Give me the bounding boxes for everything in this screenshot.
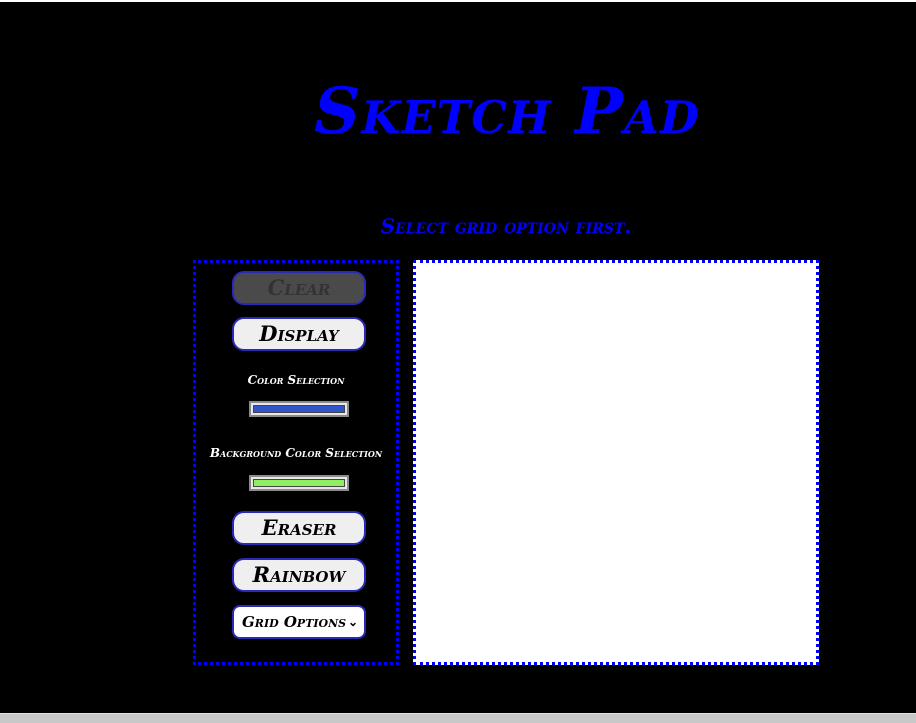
color-selection-label: Color Selection bbox=[247, 373, 345, 387]
display-button[interactable]: Display bbox=[232, 317, 366, 351]
page-title: Sketch Pad bbox=[314, 74, 700, 149]
eraser-button[interactable]: Eraser bbox=[232, 511, 366, 545]
controls-panel: Clear Display Color Selection Background… bbox=[193, 260, 399, 665]
background-color-label: Background Color Selection bbox=[209, 446, 383, 460]
sketch-canvas-frame bbox=[413, 260, 819, 665]
page: Sketch Pad Select grid option first. Cle… bbox=[0, 0, 916, 723]
background-color-picker-swatch bbox=[253, 479, 345, 487]
color-picker[interactable] bbox=[249, 401, 349, 417]
color-picker-swatch bbox=[253, 405, 345, 413]
horizontal-scrollbar[interactable] bbox=[0, 713, 916, 723]
grid-options-select[interactable]: Grid Options ⌄ bbox=[232, 605, 366, 639]
grid-options-selected: Grid Options bbox=[242, 613, 347, 631]
chevron-down-icon: ⌄ bbox=[347, 615, 358, 629]
instruction-text: Select grid option first. bbox=[380, 214, 632, 238]
sketch-canvas[interactable] bbox=[416, 263, 816, 662]
clear-button[interactable]: Clear bbox=[232, 271, 366, 305]
rainbow-button[interactable]: Rainbow bbox=[232, 558, 366, 592]
background-color-picker[interactable] bbox=[249, 475, 349, 491]
